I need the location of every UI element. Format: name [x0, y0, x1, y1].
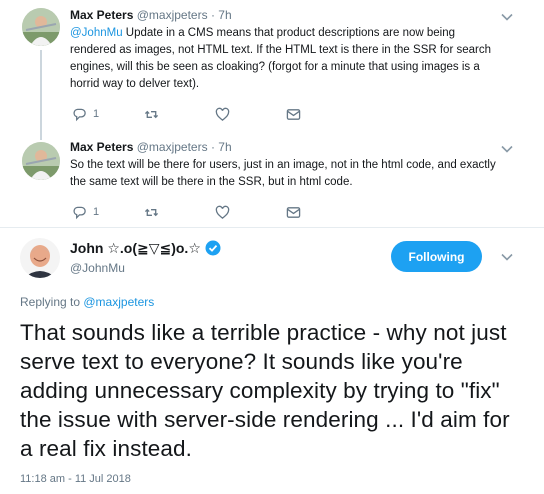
tweet-text: So the text will be there for users, jus…	[70, 159, 496, 188]
main-tweet-text: That sounds like a terrible practice - w…	[20, 320, 510, 461]
retweet-icon	[144, 110, 159, 118]
separator-dot: ·	[210, 140, 215, 154]
verified-badge-icon	[205, 240, 221, 256]
message-icon	[286, 108, 301, 120]
avatar[interactable]	[22, 8, 60, 46]
message-icon	[286, 206, 301, 218]
message-button[interactable]	[286, 203, 301, 221]
caret-down-icon[interactable]	[500, 142, 514, 156]
like-button[interactable]	[215, 105, 230, 123]
retweet-button[interactable]	[144, 203, 159, 221]
author-name[interactable]: Max Peters	[70, 8, 133, 22]
thread-line	[40, 50, 42, 128]
mention-link[interactable]: @JohnMu	[70, 27, 123, 39]
tweet-header: Max Peters @maxjpeters · 7h	[70, 140, 232, 155]
tweet-time[interactable]: 7h	[218, 140, 231, 154]
reply-icon	[73, 206, 86, 219]
author-handle[interactable]: @maxjpeters	[137, 8, 208, 22]
tweet-text: @JohnMu Update in a CMS means that produ…	[70, 25, 500, 93]
mention-link[interactable]: @maxjpeters	[83, 295, 154, 309]
caret-down-icon[interactable]	[500, 10, 514, 24]
tweet-text-content: Update in a CMS means that product descr…	[70, 27, 491, 90]
author-name[interactable]: Max Peters	[70, 140, 133, 154]
author-handle[interactable]: @JohnMu	[70, 261, 125, 276]
reply-icon	[73, 108, 86, 121]
author-handle[interactable]: @maxjpeters	[137, 140, 208, 154]
like-icon	[215, 107, 230, 121]
replying-to: Replying to @maxjpeters	[20, 295, 154, 310]
avatar[interactable]	[22, 142, 60, 180]
thread-tweet-2[interactable]: Max Peters @maxjpeters · 7h So the text …	[0, 128, 544, 228]
author-name[interactable]: John ☆.o(≧▽≦)o.☆	[70, 239, 221, 257]
reply-button[interactable]: 1	[72, 203, 99, 221]
following-button[interactable]: Following	[391, 241, 482, 272]
like-icon	[215, 205, 230, 219]
avatar-image	[20, 238, 60, 278]
avatar[interactable]	[20, 238, 60, 278]
replying-to-label: Replying to	[20, 295, 84, 309]
separator-dot: ·	[210, 8, 215, 22]
author-name-text: John ☆.o(≧▽≦)o.☆	[70, 240, 201, 256]
thread-tweet-1[interactable]: Max Peters @maxjpeters · 7h @JohnMu Upda…	[0, 0, 544, 128]
tweet-time[interactable]: 7h	[218, 8, 231, 22]
caret-down-icon[interactable]	[500, 250, 514, 264]
thread-line	[40, 128, 42, 140]
retweet-button[interactable]	[144, 105, 159, 123]
avatar-image	[22, 142, 60, 180]
message-button[interactable]	[286, 105, 301, 123]
like-button[interactable]	[215, 203, 230, 221]
tweet-timestamp[interactable]: 11:18 am - 11 Jul 2018	[20, 472, 131, 486]
divider	[0, 227, 544, 228]
reply-button[interactable]: 1	[72, 105, 99, 123]
tweet-header: Max Peters @maxjpeters · 7h	[70, 8, 232, 23]
avatar-image	[22, 8, 60, 46]
retweet-icon	[144, 208, 159, 216]
reply-count: 1	[93, 206, 100, 218]
reply-count: 1	[93, 108, 100, 120]
